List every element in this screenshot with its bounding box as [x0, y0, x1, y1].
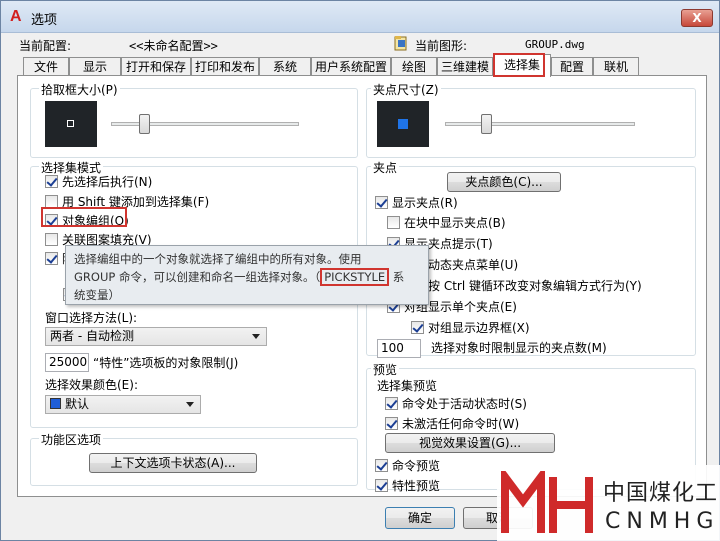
chevron-down-icon: [186, 402, 194, 407]
drawing-value: GROUP.dwg: [525, 38, 585, 51]
object-grouping-tooltip: 选择编组中的一个对象就选择了编组中的所有对象。使用 GROUP 命令，可以创建和…: [65, 245, 429, 305]
checkbox-bounding-box-groups[interactable]: 对组显示边界框(X): [411, 319, 530, 336]
pickbox-group: 拾取框大小(P): [30, 81, 358, 158]
checkbox-preview-no-command[interactable]: 未激活任何命令时(W): [385, 415, 519, 432]
tooltip-line-2: GROUP 命令，可以创建和命名一组选择对象。（ PICKSTYLE 系: [74, 268, 405, 286]
tooltip-line-1: 选择编组中的一个对象就选择了编组中的所有对象。使用: [74, 252, 362, 266]
ribbon-options-title: 功能区选项: [39, 431, 104, 448]
window-title: 选项: [31, 13, 58, 28]
tab-system[interactable]: 系统: [259, 57, 311, 76]
checkbox-box[interactable]: [387, 216, 400, 229]
highlight-frame-object-grouping: [41, 207, 127, 227]
grip-square-icon: [398, 119, 408, 129]
effect-color-label: 选择效果颜色(E):: [45, 378, 138, 392]
profile-value: <<未命名配置>>: [129, 39, 218, 53]
grip-size-title: 夹点尺寸(Z): [371, 81, 441, 98]
effect-color-select[interactable]: 默认: [45, 395, 201, 414]
pickbox-square-icon: [67, 120, 74, 127]
tab-display[interactable]: 显示: [69, 57, 121, 76]
tab-drafting[interactable]: 绘图: [391, 57, 437, 76]
checkbox-box[interactable]: [375, 459, 388, 472]
tooltip-highlight-pickstyle: PICKSTYLE: [320, 268, 390, 286]
checkbox-box[interactable]: [45, 233, 58, 246]
tab-online[interactable]: 联机: [593, 57, 639, 76]
pickbox-slider-thumb[interactable]: [139, 114, 150, 134]
color-swatch-icon: [50, 398, 61, 409]
tab-profiles[interactable]: 配置: [551, 57, 593, 76]
grip-limit-input[interactable]: 100: [377, 339, 421, 358]
grips-title: 夹点: [371, 159, 400, 176]
checkbox-box[interactable]: [375, 479, 388, 492]
checkbox-preview-active-command[interactable]: 命令处于活动状态时(S): [385, 395, 527, 412]
options-dialog: A 选项 X 当前配置: <<未命名配置>> 当前图形: GROUP.dwg 文…: [0, 0, 720, 541]
checkbox-show-grips[interactable]: 显示夹点(R): [375, 194, 458, 211]
autocad-logo-icon: A: [10, 8, 22, 25]
contextual-tab-states-button[interactable]: 上下文选项卡状态(A)...: [89, 453, 257, 473]
highlight-frame-tab: [493, 53, 545, 77]
tab-open-save[interactable]: 打开和保存: [121, 57, 191, 76]
profile-label: 当前配置:: [19, 39, 72, 53]
tab-3d-modeling[interactable]: 三维建模: [437, 57, 493, 76]
grip-slider-track[interactable]: [445, 122, 635, 126]
close-button[interactable]: X: [681, 9, 713, 27]
grip-size-preview: [377, 101, 429, 147]
preview-title: 预览: [371, 361, 400, 378]
tab-user-preferences[interactable]: 用户系统配置: [311, 57, 391, 76]
watermark-logo: 中国煤化工 CNMHG: [497, 465, 720, 541]
selection-preview-subtitle: 选择集预览: [377, 379, 438, 393]
cnmhg-mark-icon: [501, 471, 593, 533]
grip-size-group: 夹点尺寸(Z): [366, 81, 696, 158]
grip-slider-thumb[interactable]: [481, 114, 492, 134]
ribbon-options-group: 功能区选项 上下文选项卡状态(A)...: [30, 431, 358, 486]
logo-english-text: CNMHG: [605, 509, 720, 534]
tab-files[interactable]: 文件: [23, 57, 69, 76]
ok-button[interactable]: 确定: [385, 507, 455, 529]
title-bar[interactable]: A 选项 X: [1, 1, 719, 33]
tab-plot-publish[interactable]: 打印和发布: [191, 57, 259, 76]
drawing-label: 当前图形:: [415, 39, 468, 53]
pickbox-title: 拾取框大小(P): [39, 81, 120, 98]
window-method-label: 窗口选择方法(L):: [45, 311, 138, 325]
property-limit-input[interactable]: 25000: [45, 353, 89, 372]
checkbox-grips-in-blocks[interactable]: 在块中显示夹点(B): [387, 214, 506, 231]
grip-colors-button[interactable]: 夹点颜色(C)...: [447, 172, 561, 192]
tooltip-line-3: 统变量）: [74, 288, 120, 302]
checkbox-box[interactable]: [45, 252, 58, 265]
checkbox-box[interactable]: [385, 417, 398, 430]
logo-chinese-text: 中国煤化工: [603, 481, 719, 506]
property-limit-label: “特性”选项板的对象限制(J): [93, 356, 239, 370]
checkbox-property-preview[interactable]: 特性预览: [375, 477, 440, 494]
window-method-select[interactable]: 两者 - 自动检测: [45, 327, 267, 346]
chevron-down-icon: [252, 334, 260, 339]
drawing-file-icon: [394, 36, 407, 51]
checkbox-box[interactable]: [375, 196, 388, 209]
checkbox-noun-verb[interactable]: 先选择后执行(N): [45, 173, 152, 190]
visual-effect-settings-button[interactable]: 视觉效果设置(G)...: [385, 433, 555, 453]
grip-limit-label: 选择对象时限制显示的夹点数(M): [431, 341, 607, 355]
pickbox-preview: [45, 101, 97, 147]
checkbox-command-preview[interactable]: 命令预览: [375, 457, 440, 474]
checkbox-box[interactable]: [45, 175, 58, 188]
checkbox-box[interactable]: [411, 321, 424, 334]
checkbox-box[interactable]: [385, 397, 398, 410]
